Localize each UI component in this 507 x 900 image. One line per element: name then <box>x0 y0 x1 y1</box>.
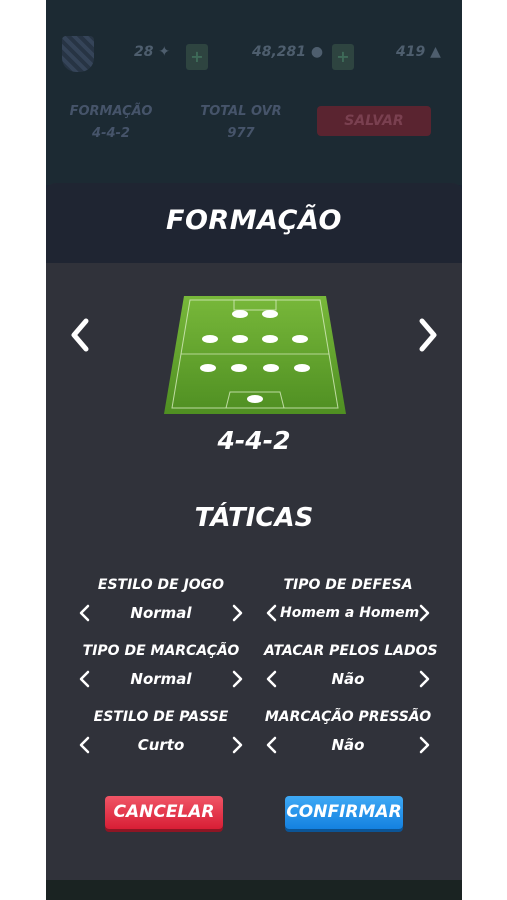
option-value: Homem a Homem <box>280 605 420 621</box>
chevron-right-icon[interactable] <box>412 315 442 355</box>
background-header: 28 ✦ + 48,281 ● + 419 ▲ FORMAÇÃO 4-4-2 T… <box>46 0 462 185</box>
option-label: ESTILO DE PASSE <box>93 709 229 725</box>
option-estilo-de-jogo: ESTILO DE JOGO Normal <box>77 576 245 626</box>
chevron-right-icon[interactable] <box>416 603 432 623</box>
option-value: Normal <box>130 670 192 688</box>
chevron-left-icon[interactable] <box>264 669 280 689</box>
option-estilo-de-passe: ESTILO DE PASSE Curto <box>77 708 245 758</box>
chevron-right-icon[interactable] <box>229 669 245 689</box>
chevron-right-icon[interactable] <box>229 735 245 755</box>
chevron-left-icon[interactable] <box>77 735 93 755</box>
chevron-right-icon[interactable] <box>416 735 432 755</box>
app-frame: 28 ✦ + 48,281 ● + 419 ▲ FORMAÇÃO 4-4-2 T… <box>46 0 462 900</box>
option-tipo-de-marcacao: TIPO DE MARCAÇÃO Normal <box>77 642 245 692</box>
formation-label: FORMAÇÃO <box>69 104 153 119</box>
gems-value: 419 <box>396 44 426 60</box>
chevron-left-icon[interactable] <box>264 735 280 755</box>
formation-name: 4-4-2 <box>217 426 291 455</box>
option-value: Não <box>331 736 365 754</box>
chevron-right-icon[interactable] <box>416 669 432 689</box>
option-label: ESTILO DE JOGO <box>97 577 225 593</box>
option-value: Normal <box>130 604 192 622</box>
ovr-label: TOTAL OVR <box>200 104 282 119</box>
formation-pitch-image <box>164 296 346 414</box>
coin-icon: ● <box>310 44 324 60</box>
club-crest-icon <box>62 36 94 72</box>
ovr-value: 977 <box>227 126 255 141</box>
formation-value: 4-4-2 <box>92 126 130 141</box>
chevron-right-icon[interactable] <box>229 603 245 623</box>
cancel-button[interactable]: CANCELAR <box>105 796 223 829</box>
save-button[interactable]: SALVAR <box>317 106 431 136</box>
option-value: Não <box>331 670 365 688</box>
tactics-title: TÁTICAS <box>194 503 314 533</box>
coins-value: 48,281 <box>252 44 307 60</box>
option-label: TIPO DE MARCAÇÃO <box>82 643 240 659</box>
chevron-left-icon[interactable] <box>66 315 96 355</box>
chevron-left-icon[interactable] <box>264 603 280 623</box>
option-label: ATACAR PELOS LADOS <box>264 643 438 659</box>
gems-indicator: 419 ▲ <box>396 44 441 72</box>
level-value: 28 <box>134 44 154 60</box>
coins-indicator: 48,281 ● <box>252 44 323 72</box>
add-level-button[interactable]: + <box>186 44 208 70</box>
formation-modal: FORMAÇÃO 4-4-2 TÁTICAS ESTILO DE JOGO No… <box>46 183 462 880</box>
level-indicator: 28 ✦ <box>134 44 171 60</box>
modal-title: FORMAÇÃO <box>166 205 342 236</box>
option-label: MARCAÇÃO PRESSÃO <box>264 709 432 725</box>
add-coins-button[interactable]: + <box>332 44 354 70</box>
modal-header: FORMAÇÃO <box>46 183 462 263</box>
chevron-left-icon[interactable] <box>77 603 93 623</box>
option-value: Curto <box>137 736 185 754</box>
gem-icon: ▲ <box>430 44 441 60</box>
option-atacar-pelos-lados: ATACAR PELOS LADOS Não <box>264 642 438 692</box>
confirm-button[interactable]: CONFIRMAR <box>285 796 403 829</box>
option-label: TIPO DE DEFESA <box>283 577 413 593</box>
bottom-strip <box>46 880 462 900</box>
option-marcacao-pressao: MARCAÇÃO PRESSÃO Não <box>264 708 432 758</box>
chevron-left-icon[interactable] <box>77 669 93 689</box>
option-tipo-de-defesa: TIPO DE DEFESA Homem a Homem <box>264 576 432 626</box>
